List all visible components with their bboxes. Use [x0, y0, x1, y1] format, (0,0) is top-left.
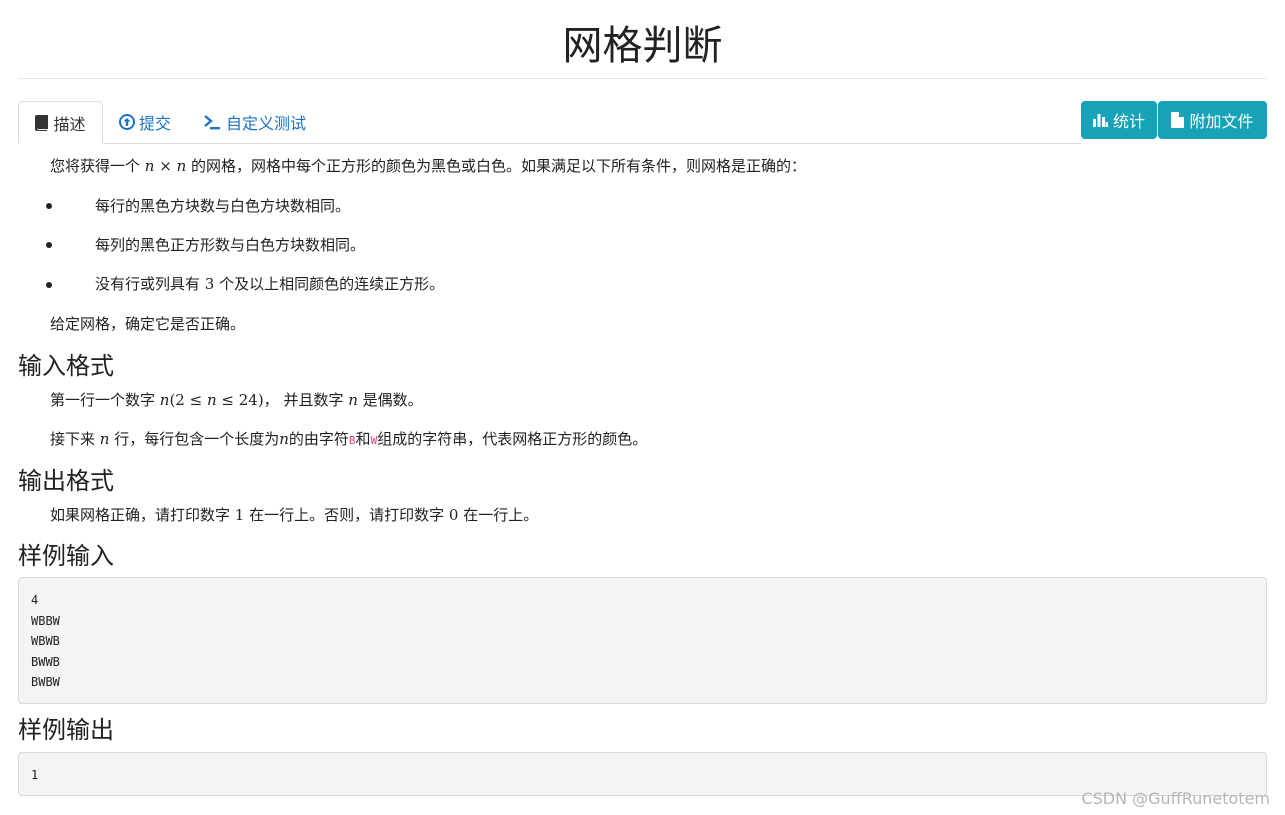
terminal-icon — [204, 114, 222, 130]
attachments-button[interactable]: 附加文件 — [1158, 101, 1267, 139]
stats-button[interactable]: 统计 — [1081, 101, 1157, 139]
input-format-line2: 接下来 n 行，每行包含一个长度为n的由字符B和W组成的字符串，代表网格正方形的… — [50, 430, 648, 448]
bullet-marker — [46, 203, 52, 209]
file-icon — [1171, 112, 1185, 128]
bullet-marker — [46, 242, 52, 248]
input-format-heading: 输入格式 — [18, 352, 114, 380]
input-format-line1: 第一行一个数字 n(2 ≤ n ≤ 24)， 并且数字 n 是偶数。 — [50, 391, 423, 409]
tab-description-label: 描述 — [53, 114, 86, 134]
bar-chart-icon — [1092, 113, 1108, 127]
tab-description[interactable]: 描述 — [18, 101, 103, 144]
rule-item: 每行的黑色方块数与白色方块数相同。 — [95, 197, 351, 215]
description-intro: 您将获得一个 n × n 的网格，网格中每个正方形的颜色为黑色或白色。如果满足以… — [50, 157, 807, 175]
sample-output-heading: 样例输出 — [18, 716, 114, 744]
sample-output-block: 1 — [18, 752, 1267, 796]
tab-custom-test-label: 自定义测试 — [226, 114, 307, 133]
upload-circle-icon — [119, 114, 135, 130]
title-divider — [18, 78, 1267, 79]
stats-button-label: 统计 — [1112, 112, 1145, 131]
output-format-heading: 输出格式 — [18, 467, 114, 495]
rule-item: 没有行或列具有 3 个及以上相同颜色的连续正方形。 — [95, 275, 445, 293]
watermark-text: CSDN @GuffRunetotem — [1081, 789, 1270, 808]
description-closing: 给定网格，确定它是否正确。 — [50, 315, 246, 333]
page-title: 网格判断 — [562, 23, 723, 69]
tab-submit[interactable]: 提交 — [119, 101, 171, 143]
problem-tabs: 描述 提交 自定义测试 — [18, 101, 1081, 144]
book-icon — [35, 114, 49, 131]
tab-submit-label: 提交 — [139, 114, 172, 133]
attachments-button-label: 附加文件 — [1189, 112, 1254, 131]
sample-input-block: 4 WBBW WBWB BWWB BWBW — [18, 577, 1267, 704]
problem-page: 网格判断 描述 提交 自定义测试 统计 附加文件 您将获得一个 n × n 的网… — [0, 0, 1285, 815]
tab-custom-test[interactable]: 自定义测试 — [204, 101, 306, 143]
sample-input-heading: 样例输入 — [18, 542, 114, 570]
output-format-text: 如果网格正确，请打印数字 1 在一行上。否则，请打印数字 0 在一行上。 — [50, 506, 539, 524]
bullet-marker — [46, 282, 52, 288]
rule-item: 每列的黑色正方形数与白色方块数相同。 — [95, 236, 366, 254]
